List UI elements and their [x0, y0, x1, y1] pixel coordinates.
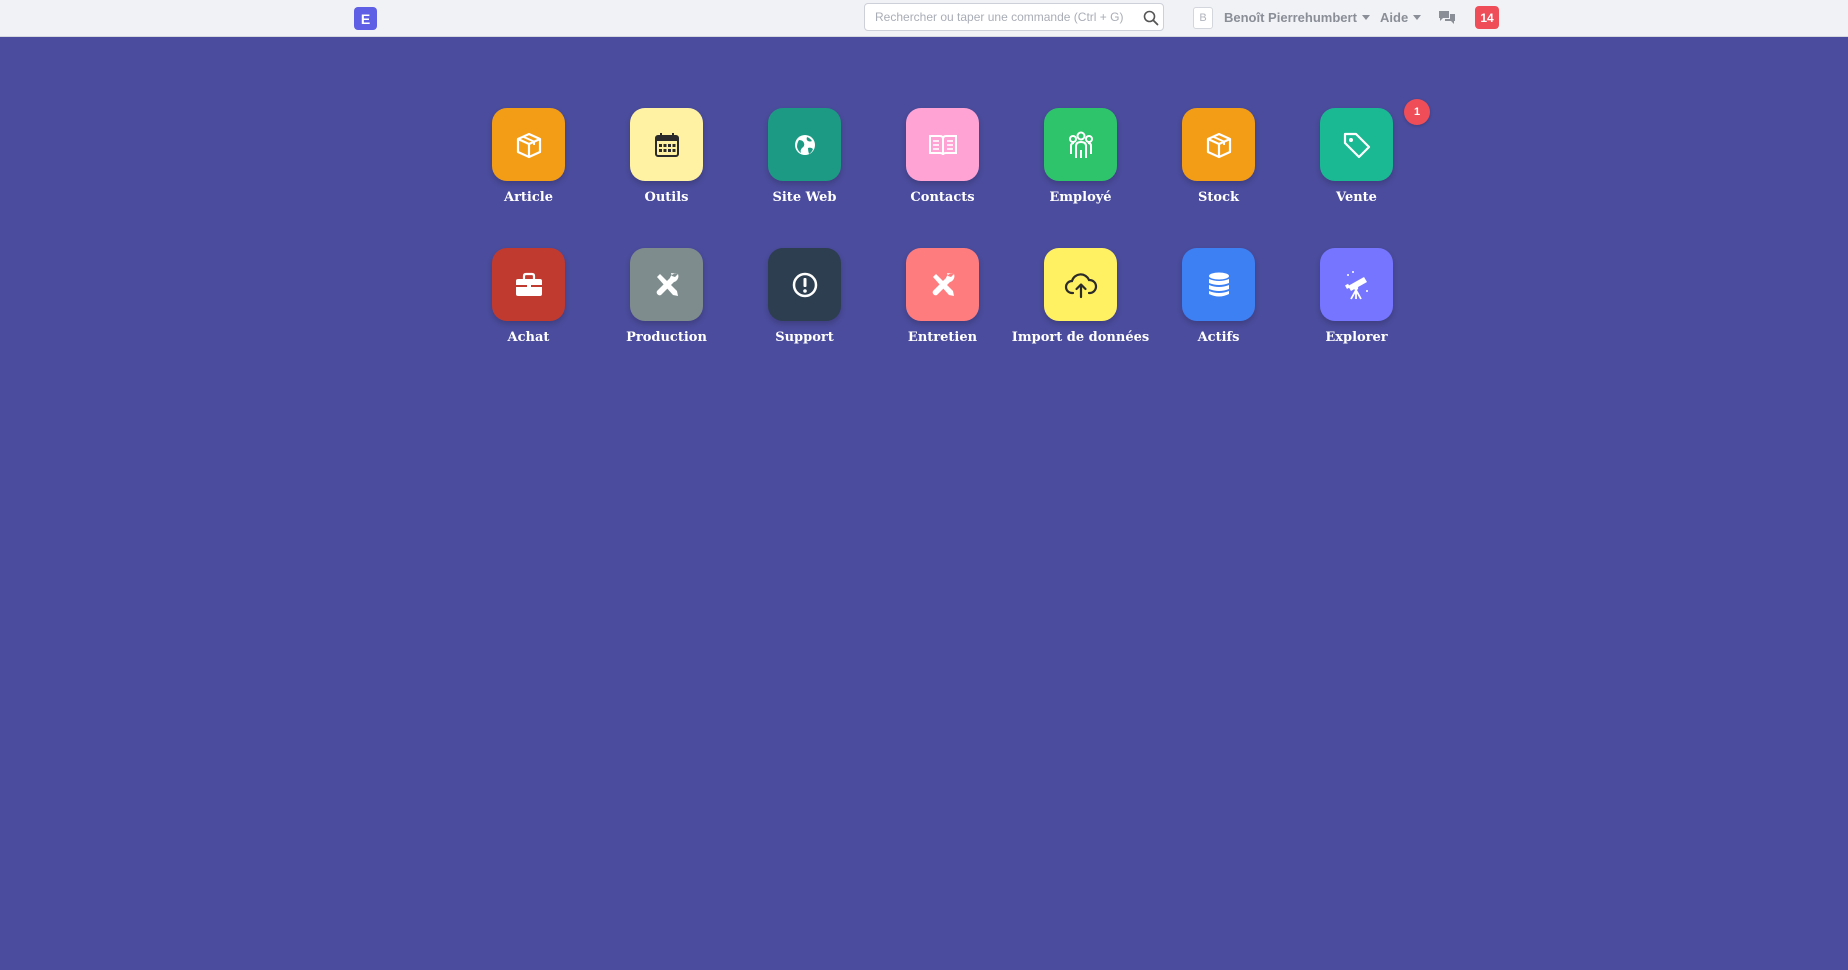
app-label: Explorer [1325, 330, 1388, 345]
app-icon-box[interactable] [906, 248, 979, 321]
tools-icon [656, 272, 678, 296]
notification-badge: 1 [1404, 99, 1430, 125]
app-tile-site-web[interactable]: Site Web [728, 108, 866, 248]
navbar: E B Benoît Pierrehumbert Aide 14 [0, 0, 1848, 37]
telescope-icon [1344, 270, 1368, 299]
globe-icon [794, 134, 815, 155]
app-icon-box[interactable] [492, 108, 565, 181]
chat-icon[interactable] [1438, 9, 1456, 27]
book-icon [928, 134, 957, 155]
app-icon-box[interactable] [630, 248, 703, 321]
app-tile-entretien[interactable]: Entretien [866, 248, 1004, 388]
app-tile-actifs[interactable]: Actifs [1142, 248, 1280, 388]
cloud-upload-icon [1064, 272, 1097, 298]
app-tile-vente[interactable]: Vente 1 [1280, 99, 1430, 248]
search-icon[interactable] [1143, 10, 1159, 26]
box-icon [516, 132, 541, 158]
tools-icon [932, 272, 954, 296]
app-icon-box[interactable] [1044, 108, 1117, 181]
calendar-icon [654, 132, 679, 157]
app-icon-box[interactable] [906, 108, 979, 181]
app-tile-explorer[interactable]: Explorer [1280, 248, 1418, 388]
app-icon-box[interactable] [768, 248, 841, 321]
app-icon-box[interactable] [492, 248, 565, 321]
tag-icon [1343, 132, 1370, 158]
app-logo[interactable]: E [354, 7, 377, 30]
user-name: Benoît Pierrehumbert [1224, 10, 1357, 25]
app-icon-box[interactable] [1320, 108, 1393, 181]
exclamation-icon [792, 272, 817, 297]
help-label: Aide [1380, 10, 1409, 25]
app-icon-box[interactable] [1182, 108, 1255, 181]
app-icon-box[interactable] [1182, 248, 1255, 321]
chevron-down-icon [1413, 15, 1422, 20]
briefcase-icon [515, 272, 542, 296]
app-tile-stock[interactable]: Stock [1142, 108, 1280, 248]
app-tile-contacts[interactable]: Contacts [866, 108, 1004, 248]
app-icon-box[interactable] [630, 108, 703, 181]
app-tile-support[interactable]: Support [728, 248, 866, 388]
avatar[interactable]: B [1193, 7, 1213, 29]
app-tile-achat[interactable]: Achat [452, 248, 590, 388]
app-grid: Article Outils Site Web Contacts Employé Stoc… [452, 99, 1462, 388]
app-icon-box[interactable] [768, 108, 841, 181]
database-icon [1208, 272, 1229, 296]
app-icon-box[interactable] [1044, 248, 1117, 321]
app-tile-import-de-donnees[interactable]: Import de données [1004, 248, 1149, 388]
app-tile-outils[interactable]: Outils [590, 108, 728, 248]
chevron-down-icon [1361, 15, 1370, 20]
app-tile-production[interactable]: Production [590, 248, 728, 388]
search-bar[interactable] [864, 3, 1164, 31]
search-input[interactable] [865, 4, 1135, 30]
app-tile-article[interactable]: Article [452, 108, 590, 248]
app-icon-box[interactable] [1320, 248, 1393, 321]
people-icon [1068, 131, 1093, 158]
notifications-button[interactable]: 14 [1475, 6, 1499, 29]
box-icon [1206, 132, 1231, 158]
app-tile-employe[interactable]: Employé [1004, 108, 1142, 248]
user-menu[interactable]: Benoît Pierrehumbert [1224, 10, 1370, 25]
help-menu[interactable]: Aide [1380, 10, 1422, 25]
app-label: Vente [1336, 190, 1377, 205]
